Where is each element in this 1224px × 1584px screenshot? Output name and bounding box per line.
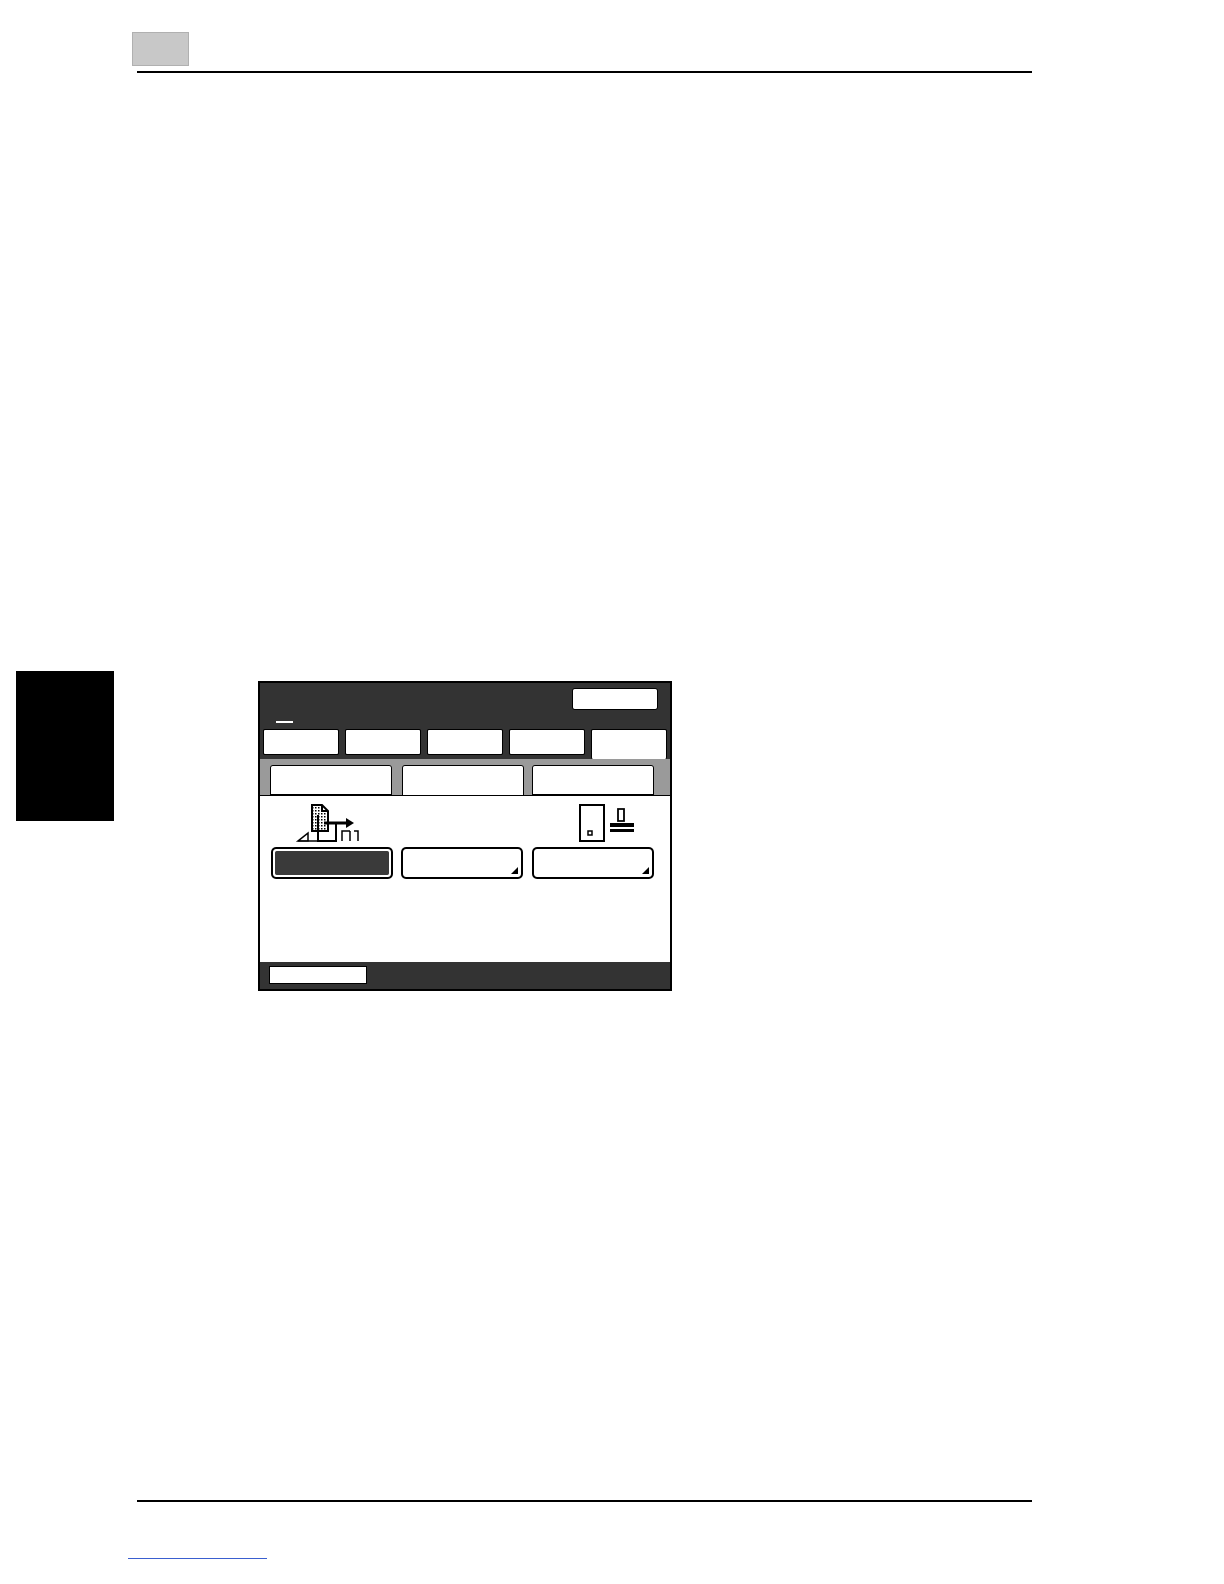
main-tab-2[interactable]	[345, 729, 421, 755]
selected-fill	[275, 851, 389, 875]
option-button-3[interactable]	[532, 847, 654, 879]
sub-tab-3[interactable]	[532, 765, 654, 795]
submenu-indicator-icon	[642, 867, 649, 874]
main-tab-4[interactable]	[509, 729, 585, 755]
top-right-button[interactable]	[572, 688, 658, 710]
footer-link[interactable]	[128, 1558, 267, 1559]
page-number-box	[132, 32, 189, 66]
bottom-left-button[interactable]	[269, 966, 367, 984]
main-tab-1[interactable]	[263, 729, 339, 755]
option-button-2[interactable]	[401, 847, 523, 879]
sub-tab-2[interactable]	[402, 765, 524, 798]
main-tab-3[interactable]	[427, 729, 503, 755]
status-indicator	[276, 721, 293, 723]
chapter-side-tab	[16, 671, 114, 821]
header-rule	[137, 71, 1032, 73]
stamp-icon	[579, 804, 634, 842]
document-transfer-icon	[295, 804, 359, 842]
footer-rule	[137, 1500, 1032, 1502]
submenu-indicator-icon	[511, 867, 518, 874]
control-panel-screen	[258, 681, 672, 991]
sub-tab-1[interactable]	[270, 765, 392, 795]
option-button-selected[interactable]	[271, 847, 393, 879]
main-tab-5[interactable]	[591, 729, 667, 759]
